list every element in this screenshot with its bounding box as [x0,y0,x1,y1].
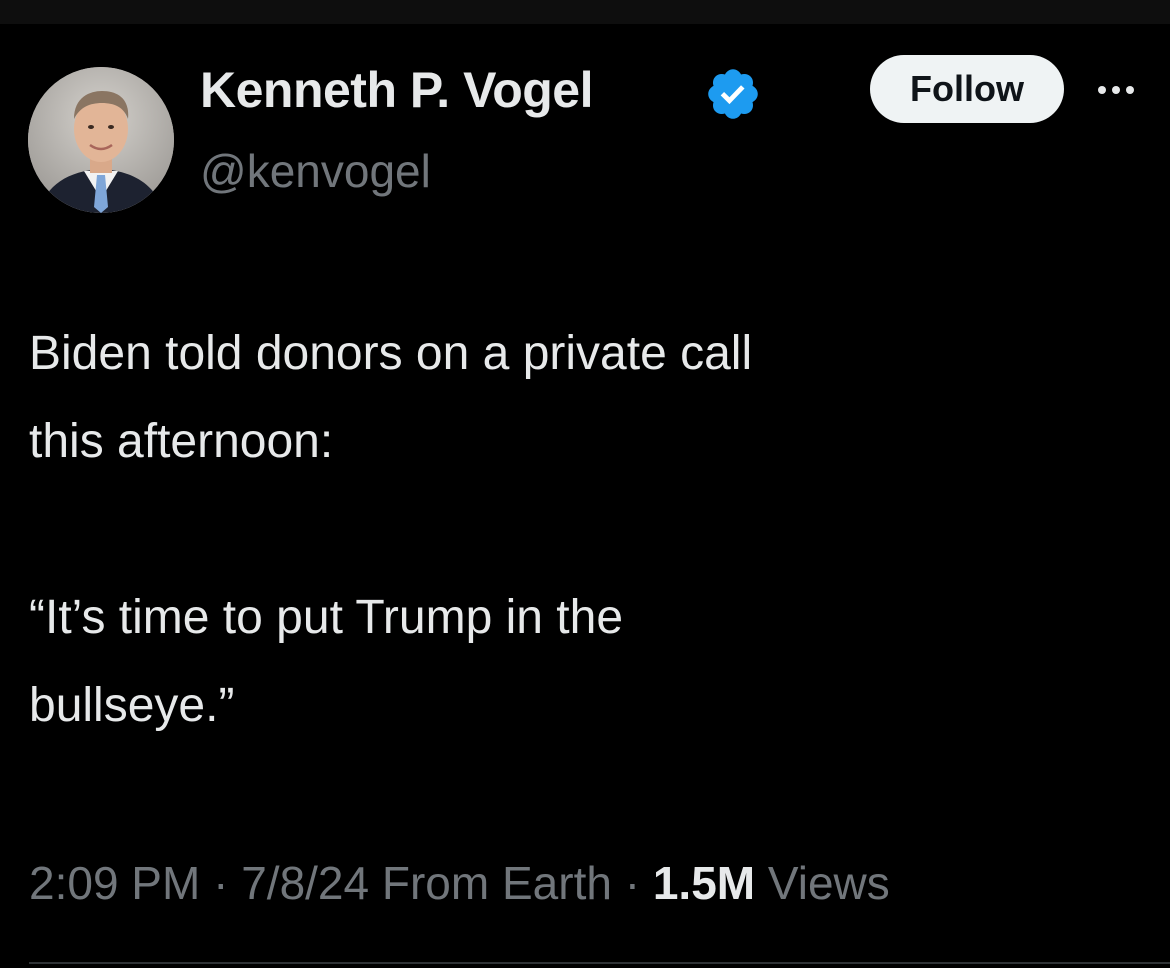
tweet-text: Biden told donors on a private call this… [29,310,1129,750]
meta-separator: · [624,857,641,909]
avatar[interactable] [28,67,174,213]
follow-button[interactable]: Follow [870,55,1064,123]
tweet-line: bullseye.” [29,679,235,732]
display-name[interactable]: Kenneth P. Vogel [200,58,594,122]
meta-separator: · [213,857,229,909]
divider [29,962,1170,964]
tweet-meta: 2:09 PM · 7/8/24 From Earth · 1.5M Views [29,848,890,918]
tweet-location: From Earth [381,857,612,909]
views-count: 1.5M [652,857,756,909]
views-label: Views [767,857,890,909]
tweet-line: this afternoon: [29,415,334,468]
tweet-time[interactable]: 2:09 PM [29,857,200,909]
top-strip [0,0,1170,24]
tweet-line: “It’s time to put Trump in the [29,591,624,644]
verified-badge-icon [708,69,758,119]
user-handle[interactable]: @kenvogel [200,141,431,201]
tweet-line: Biden told donors on a private call [29,327,753,380]
more-horizontal-icon[interactable] [1088,72,1144,108]
avatar-image [28,67,174,213]
tweet-date[interactable]: 7/8/24 [241,857,369,909]
